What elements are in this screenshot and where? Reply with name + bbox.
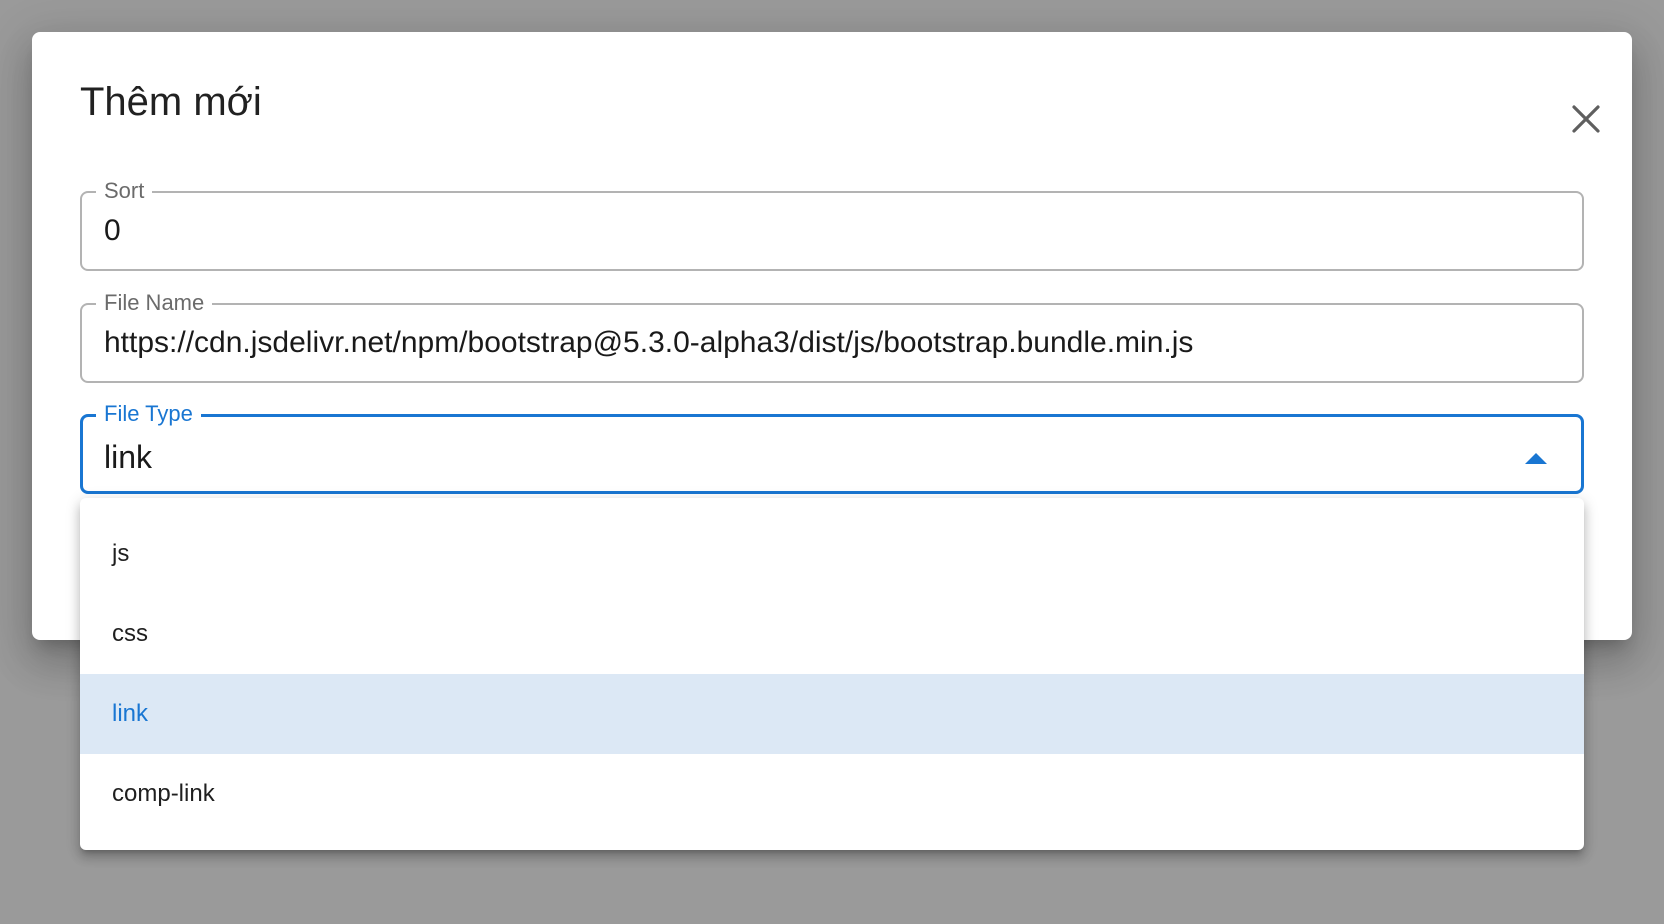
menu-option-link[interactable]: link xyxy=(80,674,1584,754)
menu-option-js[interactable]: js xyxy=(80,514,1584,594)
file-type-menu: js css link comp-link xyxy=(80,498,1584,850)
file-name-label: File Name xyxy=(96,289,213,317)
sort-input[interactable] xyxy=(104,211,1560,251)
file-name-input[interactable] xyxy=(104,323,1560,363)
sort-label: Sort xyxy=(96,177,153,205)
sort-field[interactable]: Sort xyxy=(80,177,1584,271)
file-type-label: File Type xyxy=(96,400,201,428)
file-name-field[interactable]: File Name xyxy=(80,289,1584,383)
close-button[interactable] xyxy=(1564,98,1608,142)
menu-option-comp-link[interactable]: comp-link xyxy=(80,754,1584,834)
dialog-title: Thêm mới xyxy=(80,80,262,124)
close-icon xyxy=(1571,104,1601,137)
file-type-select[interactable]: File Type link xyxy=(80,400,1584,494)
arrow-drop-up-icon[interactable] xyxy=(1525,453,1547,464)
file-type-value: link xyxy=(104,439,153,475)
menu-option-css[interactable]: css xyxy=(80,594,1584,674)
